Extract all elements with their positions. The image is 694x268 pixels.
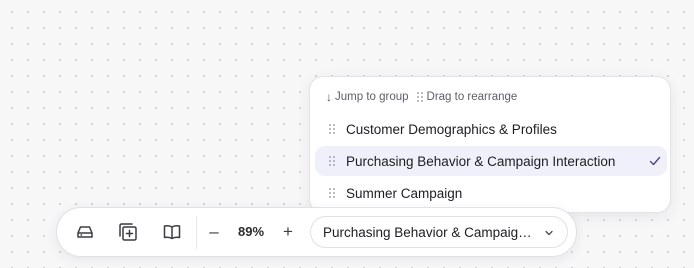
chevron-down-icon [545,230,553,236]
book-icon [163,225,181,240]
add-frame-icon [119,223,137,241]
check-icon [649,156,661,166]
group-item-label: Customer Demographics & Profiles [346,121,557,137]
grip-icon [416,92,423,102]
group-selector-label: Purchasing Behavior & Campaign Interacti… [323,224,535,240]
add-frame-button[interactable] [116,220,140,244]
group-item-customer-demographics[interactable]: Customer Demographics & Profiles [315,114,667,144]
group-selector[interactable]: Purchasing Behavior & Campaign Interacti… [310,216,568,248]
group-dropdown: ↓ Jump to group Drag to rearrange Custom… [309,76,671,213]
dropdown-hint: ↓ Jump to group Drag to rearrange [326,90,517,104]
group-item-purchasing-behavior[interactable]: Purchasing Behavior & Campaign Interacti… [315,146,667,176]
hint-jump-label: Jump to group [335,91,409,103]
zoom-level: 89% [237,224,265,239]
group-item-summer-campaign[interactable]: Summer Campaign [315,178,667,208]
drag-handle-icon[interactable] [329,156,335,166]
zoom-in-button[interactable]: + [277,220,299,244]
drive-icon [77,226,93,238]
group-item-label: Summer Campaign [346,185,463,201]
drive-button[interactable] [73,220,97,244]
hint-drag-label: Drag to rearrange [426,91,518,103]
group-item-label: Purchasing Behavior & Campaign Interacti… [346,153,616,169]
drag-handle-icon[interactable] [329,188,335,198]
arrow-down-icon: ↓ [326,90,332,104]
zoom-out-button[interactable]: – [203,220,225,244]
book-button[interactable] [160,220,184,244]
toolbar-divider [196,216,197,249]
drag-handle-icon[interactable] [329,124,335,134]
bottom-toolbar: – 89% + Purchasing Behavior & Campaign I… [56,207,577,257]
